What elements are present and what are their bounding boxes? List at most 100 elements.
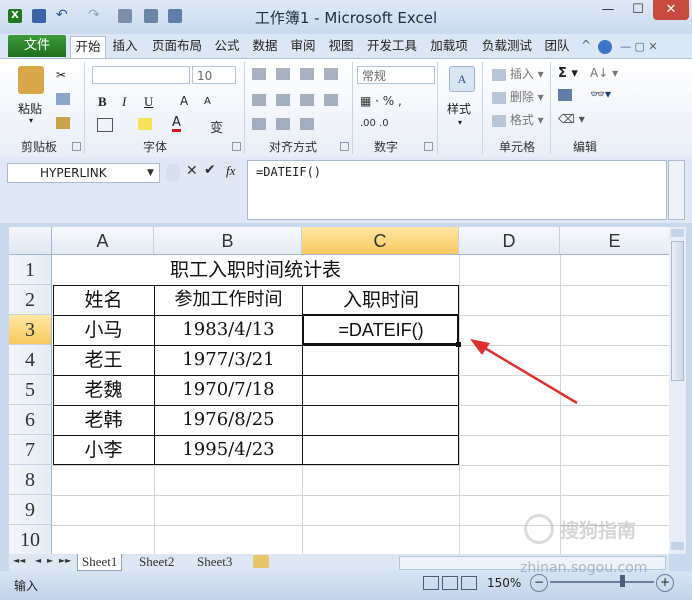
select-all-button[interactable]	[9, 227, 52, 255]
font-launcher-icon[interactable]	[232, 142, 241, 151]
vertical-scroll-thumb[interactable]	[671, 241, 684, 381]
vertical-align-icons[interactable]	[252, 68, 342, 80]
cell-result[interactable]	[303, 435, 459, 465]
styles-button-label[interactable]: 样式	[447, 100, 471, 117]
cell-result[interactable]	[303, 345, 459, 375]
prev-sheet-icon[interactable]: ◄	[35, 556, 41, 565]
cell-date[interactable]: 1977/3/21	[155, 345, 302, 375]
decimal-icons[interactable]: .00 .0	[360, 118, 389, 129]
tab-add-ins[interactable]: 加载项	[426, 36, 472, 58]
first-sheet-icon[interactable]: ◄◄	[13, 556, 25, 565]
cell-name[interactable]: 老王	[53, 345, 154, 375]
header-cell-tenure[interactable]: 入职时间	[303, 285, 459, 315]
column-header-b[interactable]: B	[154, 227, 302, 255]
font-color-icon[interactable]: A	[172, 116, 181, 132]
column-header-a[interactable]: A	[52, 227, 154, 255]
formula-input[interactable]: =DATEIF()	[247, 160, 667, 220]
tab-developer[interactable]: 开发工具	[362, 36, 422, 58]
tab-data[interactable]: 数据	[248, 36, 282, 58]
page-break-view-icon[interactable]	[461, 576, 477, 590]
paste-icon[interactable]	[18, 66, 44, 94]
worksheet-grid[interactable]: A B C D E 1 2 3 4 5 6 7 8 9 10 职工入职时间统计表…	[9, 227, 669, 554]
styles-icon[interactable]: A	[449, 66, 475, 92]
cell-date[interactable]: 1970/7/18	[155, 375, 302, 405]
zoom-slider-thumb[interactable]	[620, 575, 625, 587]
underline-icon[interactable]: U	[144, 94, 153, 110]
tab-page-layout[interactable]: 页面布局	[146, 36, 208, 58]
format-painter-icon[interactable]	[56, 117, 70, 129]
fill-color-icon[interactable]	[138, 118, 152, 130]
formula-bar-scroll[interactable]	[668, 160, 685, 220]
tab-review[interactable]: 审阅	[286, 36, 320, 58]
styles-dropdown-icon[interactable]: ▾	[458, 118, 462, 127]
zoom-out-icon[interactable]: −	[530, 574, 548, 592]
row-header-2[interactable]: 2	[9, 285, 52, 315]
tab-view[interactable]: 视图	[324, 36, 358, 58]
number-launcher-icon[interactable]	[424, 142, 433, 151]
tab-home[interactable]: 开始	[70, 36, 106, 59]
scroll-up-icon[interactable]	[671, 229, 684, 237]
column-header-d[interactable]: D	[459, 227, 560, 255]
paste-button-label[interactable]: 粘贴	[18, 100, 42, 117]
tab-load-test[interactable]: 负载测试	[476, 36, 538, 58]
cell-name[interactable]: 小李	[53, 435, 154, 465]
row-header-6[interactable]: 6	[9, 405, 52, 435]
minimize-button[interactable]: —	[593, 0, 623, 20]
vertical-scrollbar[interactable]	[669, 227, 686, 554]
autosum-icon[interactable]: Σ ▾	[558, 66, 578, 81]
sheet-tab-1[interactable]: Sheet1	[77, 554, 123, 571]
sheet-tab-3[interactable]: Sheet3	[193, 554, 236, 570]
tab-team[interactable]: 团队	[540, 36, 574, 58]
row-header-9[interactable]: 9	[9, 495, 52, 525]
cell-date[interactable]: 1976/8/25	[155, 405, 302, 435]
sheet-tab-2[interactable]: Sheet2	[135, 554, 178, 570]
format-cells-button[interactable]: 格式 ▾	[492, 112, 544, 128]
cancel-icon[interactable]: ✕	[186, 163, 198, 179]
help-icon[interactable]	[598, 40, 612, 54]
row-header-10[interactable]: 10	[9, 525, 52, 554]
cell-date[interactable]: 1995/4/23	[155, 435, 302, 465]
phonetic-icon[interactable]: 变	[210, 117, 223, 136]
row-header-3[interactable]: 3	[9, 315, 52, 345]
cell-formula[interactable]: =DATEIF()	[303, 315, 459, 345]
grow-font-icon[interactable]: A	[180, 94, 188, 108]
enter-icon[interactable]: ✔	[204, 162, 216, 178]
formula-bar-splitter-icon[interactable]	[166, 164, 180, 182]
zoom-slider[interactable]	[550, 581, 654, 583]
tab-formulas[interactable]: 公式	[210, 36, 244, 58]
indent-icons[interactable]	[252, 118, 322, 130]
cell-name[interactable]: 老魏	[53, 375, 154, 405]
name-box[interactable]: HYPERLINK	[7, 163, 160, 183]
row-header-8[interactable]: 8	[9, 465, 52, 495]
zoom-level[interactable]: 150%	[487, 576, 521, 590]
horizontal-align-icons[interactable]	[252, 94, 342, 106]
italic-icon[interactable]: I	[122, 94, 126, 110]
tab-file[interactable]: 文件	[8, 35, 66, 57]
collapse-ribbon-icon[interactable]: ^	[581, 38, 591, 52]
clear-icon[interactable]: ⌫ ▾	[558, 112, 585, 126]
alignment-launcher-icon[interactable]	[340, 142, 349, 151]
borders-icon[interactable]	[97, 118, 113, 132]
close-button[interactable]: ✕	[653, 0, 689, 20]
paste-dropdown-icon[interactable]: ▾	[29, 116, 33, 125]
header-cell-work-date[interactable]: 参加工作时间	[155, 285, 302, 315]
insert-sheet-icon[interactable]	[253, 555, 269, 568]
tab-insert[interactable]: 插入	[108, 36, 142, 58]
row-header-5[interactable]: 5	[9, 375, 52, 405]
column-header-e[interactable]: E	[560, 227, 669, 255]
cell-name[interactable]: 小马	[53, 315, 154, 345]
cell-result[interactable]	[303, 405, 459, 435]
font-name-combo[interactable]	[92, 66, 190, 84]
insert-function-icon[interactable]: fx	[226, 163, 235, 179]
cut-icon[interactable]: ✂	[56, 68, 66, 82]
name-box-dropdown-icon[interactable]: ▼	[147, 168, 154, 178]
find-select-icon[interactable]: 👓▾	[590, 87, 611, 101]
delete-cells-button[interactable]: 删除 ▾	[492, 89, 544, 105]
cell-date[interactable]: 1983/4/13	[155, 315, 302, 345]
row-header-1[interactable]: 1	[9, 255, 52, 285]
header-cell-name[interactable]: 姓名	[53, 285, 154, 315]
sort-filter-icon[interactable]: A↓ ▾	[590, 66, 618, 80]
maximize-button[interactable]: ☐	[623, 0, 653, 20]
shrink-font-icon[interactable]: A	[204, 96, 211, 107]
page-layout-view-icon[interactable]	[442, 576, 458, 590]
